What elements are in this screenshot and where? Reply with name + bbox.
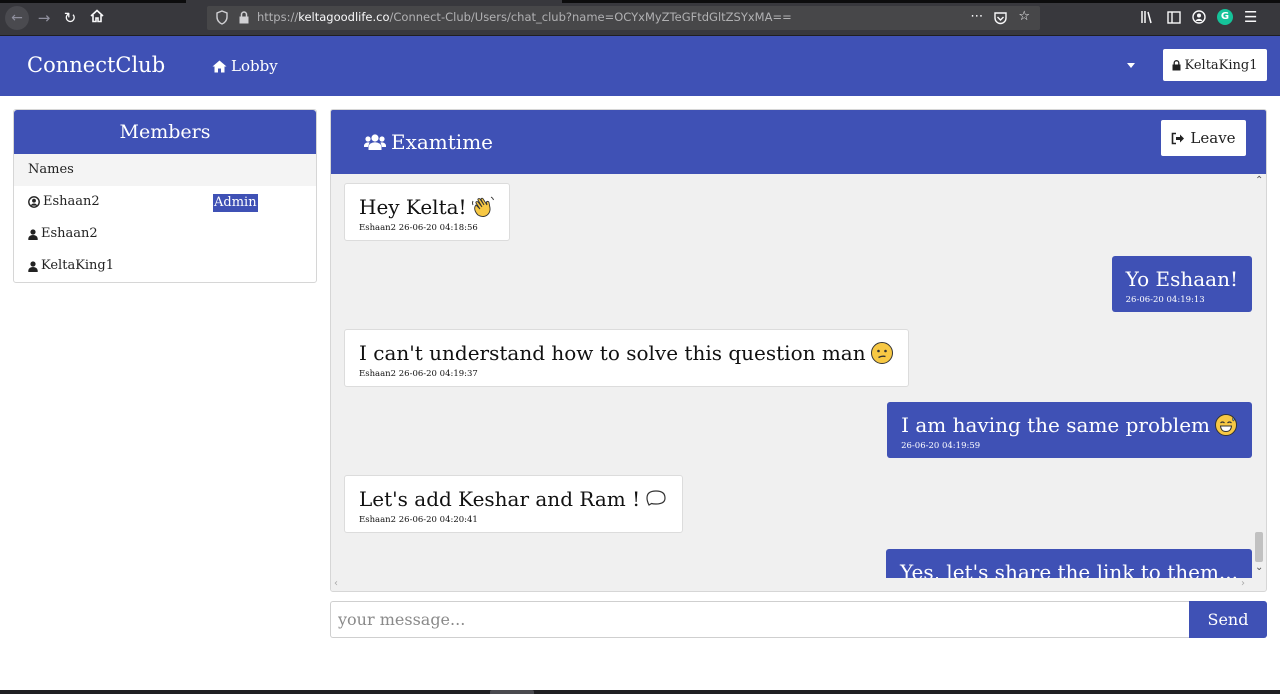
scroll-right-icon[interactable]: ›	[1241, 578, 1245, 589]
menu-icon[interactable]: ☰	[1244, 8, 1257, 26]
sidebar-icon[interactable]	[1167, 10, 1181, 24]
message-bubble-incoming: I can't understand how to solve this que…	[344, 329, 909, 387]
scrollbar-thumb[interactable]	[1255, 532, 1263, 562]
browser-toolbar: ← → ↻ https://keltagoodlife.co/Connect-C…	[0, 0, 1280, 36]
room-title: Examtime	[364, 130, 493, 154]
message-bubble-outgoing: Yes, let's share the link to them...	[886, 549, 1252, 578]
message-text: I am having the same problem	[901, 413, 1210, 437]
member-name: KeltaKing1	[41, 258, 115, 273]
url-scheme: https://	[257, 10, 299, 24]
user-button[interactable]: KeltaKing1	[1163, 49, 1267, 81]
scroll-up-icon[interactable]: ⌃	[1255, 175, 1263, 186]
message-text: Let's add Keshar and Ram !	[359, 487, 641, 511]
member-row[interactable]: Eshaan2	[14, 218, 316, 250]
account-icon[interactable]	[1192, 10, 1206, 24]
message-bubble-outgoing: Yo Eshaan! 26-06-20 04:19:13	[1111, 256, 1252, 312]
users-icon	[364, 134, 386, 150]
member-name: Eshaan2	[43, 194, 100, 209]
more-icon[interactable]: ⋯	[970, 9, 983, 26]
home-icon	[212, 60, 227, 72]
vertical-scrollbar[interactable]: ⌃ ⌄	[1252, 174, 1266, 578]
message-bubble-outgoing: I am having the same problem 26-06-20 04…	[887, 402, 1252, 458]
message-text: I can't understand how to solve this que…	[359, 341, 866, 365]
members-title: Members	[14, 110, 316, 154]
message-meta: Eshaan2 26-06-20 04:18:56	[359, 223, 478, 233]
message-meta: Eshaan2 26-06-20 04:19:37	[359, 369, 478, 379]
pocket-icon[interactable]	[993, 11, 1008, 26]
url-path: /Connect-Club/Users/chat_club?name=OCYxM…	[389, 10, 792, 24]
room-name: Examtime	[391, 130, 494, 154]
member-name: Eshaan2	[41, 226, 98, 241]
dropdown-caret-icon[interactable]	[1127, 63, 1135, 68]
lock-icon	[1172, 59, 1181, 70]
waving-hand-emoji-icon	[471, 196, 494, 218]
taskbar-handle	[490, 690, 534, 694]
message-meta: 26-06-20 04:19:13	[1125, 295, 1205, 305]
message-bubble-incoming: Hey Kelta! Eshaan2 26-06-20 04:18:56	[344, 183, 510, 241]
grinning-sweat-face-emoji-icon	[1215, 414, 1237, 436]
confused-face-emoji-icon	[870, 342, 893, 364]
forward-icon[interactable]: →	[34, 8, 54, 28]
url-text[interactable]: https://keltagoodlife.co/Connect-Club/Us…	[257, 10, 792, 24]
message-text: Yes, let's share the link to them...	[900, 560, 1238, 578]
send-button[interactable]: Send	[1189, 601, 1267, 638]
grammarly-icon[interactable]: G	[1217, 9, 1233, 25]
names-column-header: Names	[14, 154, 316, 186]
message-text: Yo Eshaan!	[1125, 267, 1238, 291]
message-input[interactable]	[330, 601, 1189, 638]
brand-logo[interactable]: ConnectClub	[27, 53, 165, 77]
admin-badge: Admin	[213, 194, 258, 212]
scroll-down-icon[interactable]: ⌄	[1255, 562, 1263, 573]
horizontal-scrollbar[interactable]: ‹ ›	[331, 578, 1252, 591]
url-domain: keltagoodlife.co	[298, 10, 390, 24]
leave-label: Leave	[1190, 129, 1236, 147]
user-label: KeltaKing1	[1184, 57, 1258, 73]
taskbar-strip	[0, 690, 1280, 694]
message-text: Hey Kelta!	[359, 195, 467, 219]
home-icon[interactable]	[87, 8, 107, 28]
user-circle-icon	[28, 196, 40, 208]
message-meta: 26-06-20 04:19:59	[901, 441, 981, 451]
address-bar[interactable]: https://keltagoodlife.co/Connect-Club/Us…	[207, 6, 1040, 30]
library-icon[interactable]	[1140, 10, 1156, 24]
back-icon[interactable]: ←	[5, 6, 29, 30]
shield-icon[interactable]	[216, 10, 228, 25]
lobby-link[interactable]: Lobby	[212, 57, 278, 75]
reload-icon[interactable]: ↻	[60, 8, 80, 28]
sign-out-icon	[1172, 132, 1185, 144]
members-panel: Members Names Eshaan2 Admin Eshaan2 Kelt…	[13, 109, 317, 283]
scroll-left-icon[interactable]: ‹	[334, 578, 338, 589]
message-list[interactable]: Hey Kelta! Eshaan2 26-06-20 04:18:56 Yo …	[331, 174, 1252, 578]
member-row[interactable]: Eshaan2 Admin	[14, 186, 316, 218]
user-icon	[28, 228, 38, 240]
leave-button[interactable]: Leave	[1161, 120, 1246, 156]
chat-header: Examtime Leave	[331, 110, 1266, 174]
user-icon	[28, 260, 38, 272]
lock-icon[interactable]	[238, 10, 250, 25]
chat-panel: Examtime Leave Hey Kelta! Eshaan2 26-06-…	[330, 109, 1267, 592]
message-meta: Eshaan2 26-06-20 04:20:41	[359, 515, 478, 525]
tab-strip	[0, 0, 1280, 3]
message-bubble-incoming: Let's add Keshar and Ram ! Eshaan2 26-06…	[344, 475, 684, 533]
app-navbar: ConnectClub Lobby KeltaKing1	[0, 36, 1280, 96]
speech-bubble-emoji-icon	[646, 490, 666, 506]
star-icon[interactable]: ☆	[1018, 9, 1030, 26]
active-tab[interactable]	[186, 0, 562, 3]
lobby-label: Lobby	[231, 57, 278, 75]
member-row[interactable]: KeltaKing1	[14, 250, 316, 282]
